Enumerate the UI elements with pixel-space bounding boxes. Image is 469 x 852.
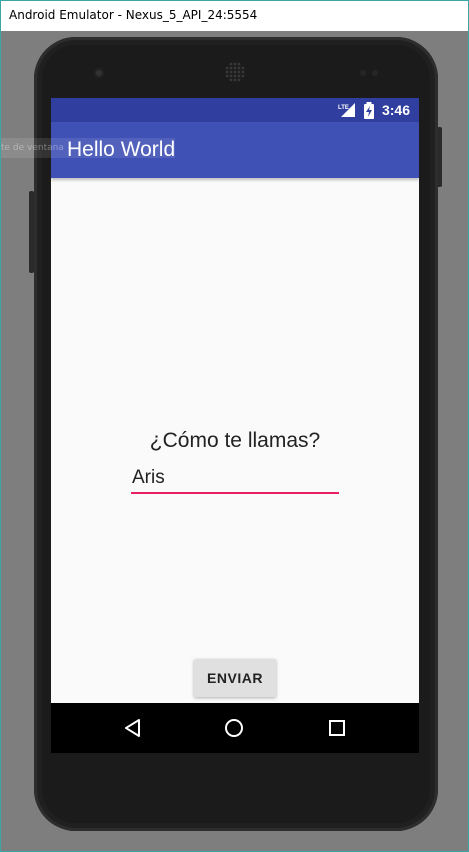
emulator-window: Android Emulator - Nexus_5_API_24:5554 t…: [0, 0, 469, 852]
home-icon[interactable]: [218, 712, 250, 744]
status-time: 3:46: [381, 102, 410, 118]
ghost-tooltip: te de ventana: [1, 138, 175, 158]
light-sensor-icon: [372, 70, 378, 76]
network-type-label: LTE: [338, 105, 349, 111]
proximity-sensor-icon: [360, 70, 366, 76]
status-bar: LTE 3:46: [51, 98, 419, 122]
send-button[interactable]: ENVIAR: [194, 659, 276, 697]
battery-charging-icon: [363, 102, 375, 119]
speaker-grill-icon: [225, 62, 245, 82]
lte-signal-icon: LTE: [338, 102, 356, 118]
front-camera-icon: [94, 68, 104, 78]
name-input[interactable]: [131, 464, 339, 494]
device-screen: LTE 3:46 Hello World ¿Cómo te llamas? EN…: [51, 98, 419, 753]
navigation-bar: [51, 703, 419, 753]
back-icon[interactable]: [117, 712, 149, 744]
recents-icon[interactable]: [321, 712, 353, 744]
window-titlebar[interactable]: Android Emulator - Nexus_5_API_24:5554: [1, 1, 468, 31]
window-title: Android Emulator - Nexus_5_API_24:5554: [9, 8, 258, 22]
question-label: ¿Cómo te llamas?: [149, 429, 321, 452]
main-content: ¿Cómo te llamas? ENVIAR: [51, 178, 419, 703]
